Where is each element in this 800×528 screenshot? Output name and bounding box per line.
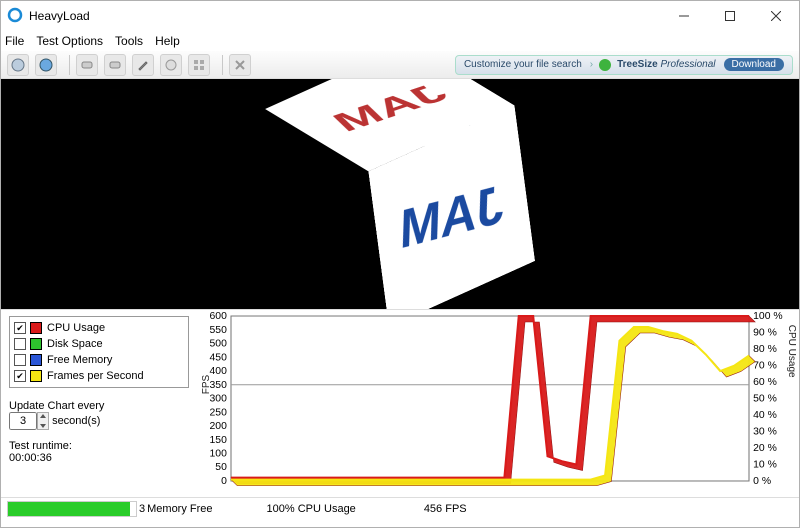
runtime-block: Test runtime: 00:00:36 <box>9 440 189 464</box>
legend-checkbox[interactable] <box>14 354 26 366</box>
svg-text:300: 300 <box>209 394 227 405</box>
promo-text: Customize your file search <box>464 59 582 70</box>
titlebar: HeavyLoad <box>1 1 799 31</box>
lower-panel: ✔ CPU Usage Disk Space Free Memory ✔ Frames p… <box>1 309 799 497</box>
legend-label: CPU Usage <box>47 322 105 334</box>
svg-text:500: 500 <box>209 339 227 350</box>
svg-text:30 %: 30 % <box>753 427 777 438</box>
svg-text:60 %: 60 % <box>753 377 777 388</box>
svg-text:0 %: 0 % <box>753 476 771 487</box>
status-memory: Memory Free <box>147 503 212 515</box>
promo-logo-icon <box>599 59 611 71</box>
legend-swatch <box>30 370 42 382</box>
tb-grid-icon[interactable] <box>188 54 210 76</box>
window-title: HeavyLoad <box>29 9 90 23</box>
left-panel: ✔ CPU Usage Disk Space Free Memory ✔ Frames p… <box>1 310 197 497</box>
legend-label: Disk Space <box>47 338 103 350</box>
app-icon <box>7 7 23 26</box>
performance-chart: 0501001502002503003504004505005506000 %1… <box>231 314 749 483</box>
legend-item[interactable]: ✔ CPU Usage <box>14 320 184 336</box>
progress-bar <box>7 501 137 517</box>
promo-banner[interactable]: Customize your file search › TreeSize Pr… <box>455 55 793 75</box>
update-label: Update Chart every <box>9 400 189 412</box>
legend-swatch <box>30 354 42 366</box>
rotating-cube: JAM SOFTWARE JAM <box>317 79 484 296</box>
tb-scissors-icon[interactable] <box>229 54 251 76</box>
legend-swatch <box>30 322 42 334</box>
svg-text:40 %: 40 % <box>753 410 777 421</box>
menu-help[interactable]: Help <box>155 34 180 48</box>
update-spinner[interactable] <box>37 412 49 430</box>
menu-test-options[interactable]: Test Options <box>36 34 103 48</box>
statusbar: 3 Memory Free 100% CPU Usage 456 FPS <box>1 497 799 519</box>
update-interval-input[interactable] <box>9 412 37 430</box>
svg-text:50: 50 <box>215 462 227 473</box>
menu-tools[interactable]: Tools <box>115 34 143 48</box>
tb-pen-icon[interactable] <box>132 54 154 76</box>
menu-file[interactable]: File <box>5 34 24 48</box>
status-fps: 456 FPS <box>410 503 481 515</box>
promo-download-button[interactable]: Download <box>724 58 784 71</box>
svg-text:350: 350 <box>209 380 227 391</box>
chart-legend: ✔ CPU Usage Disk Space Free Memory ✔ Frames p… <box>9 316 189 388</box>
svg-text:550: 550 <box>209 325 227 336</box>
legend-checkbox[interactable]: ✔ <box>14 322 26 334</box>
update-interval: Update Chart every second(s) <box>9 400 189 430</box>
svg-text:0: 0 <box>221 476 227 487</box>
svg-text:100: 100 <box>209 449 227 460</box>
chart-area: FPS CPU Usage 05010015020025030035040045… <box>197 310 799 497</box>
svg-text:50 %: 50 % <box>753 394 777 405</box>
maximize-button[interactable] <box>707 1 753 31</box>
minimize-button[interactable] <box>661 1 707 31</box>
svg-text:10 %: 10 % <box>753 460 777 471</box>
legend-swatch <box>30 338 42 350</box>
close-button[interactable] <box>753 1 799 31</box>
svg-text:100 %: 100 % <box>753 311 782 322</box>
svg-text:90 %: 90 % <box>753 328 777 339</box>
legend-item[interactable]: ✔ Frames per Second <box>14 368 184 384</box>
svg-text:200: 200 <box>209 421 227 432</box>
axis-right-label: CPU Usage <box>786 324 797 377</box>
runtime-value: 00:00:36 <box>9 452 189 464</box>
gpu-test-canvas: JAM SOFTWARE JAM <box>1 79 799 309</box>
svg-text:70 %: 70 % <box>753 361 777 372</box>
svg-text:600: 600 <box>209 311 227 322</box>
svg-text:450: 450 <box>209 352 227 363</box>
status-cpu: 100% CPU Usage <box>253 503 370 515</box>
legend-item[interactable]: Free Memory <box>14 352 184 368</box>
runtime-label: Test runtime: <box>9 440 189 452</box>
svg-text:150: 150 <box>209 435 227 446</box>
svg-text:80 %: 80 % <box>753 344 777 355</box>
tb-btn2-icon[interactable] <box>104 54 126 76</box>
svg-text:250: 250 <box>209 407 227 418</box>
legend-item[interactable]: Disk Space <box>14 336 184 352</box>
toolbar: Customize your file search › TreeSize Pr… <box>1 51 799 79</box>
tb-globe1-icon[interactable] <box>7 54 29 76</box>
tb-globe2-icon[interactable] <box>35 54 57 76</box>
legend-checkbox[interactable]: ✔ <box>14 370 26 382</box>
legend-label: Frames per Second <box>47 370 144 382</box>
svg-text:20 %: 20 % <box>753 443 777 454</box>
legend-checkbox[interactable] <box>14 338 26 350</box>
legend-label: Free Memory <box>47 354 112 366</box>
axis-left-label: FPS <box>201 374 212 393</box>
tb-circle-icon[interactable] <box>160 54 182 76</box>
svg-text:400: 400 <box>209 366 227 377</box>
menubar: File Test Options Tools Help <box>1 31 799 51</box>
tb-btn1-icon[interactable] <box>76 54 98 76</box>
